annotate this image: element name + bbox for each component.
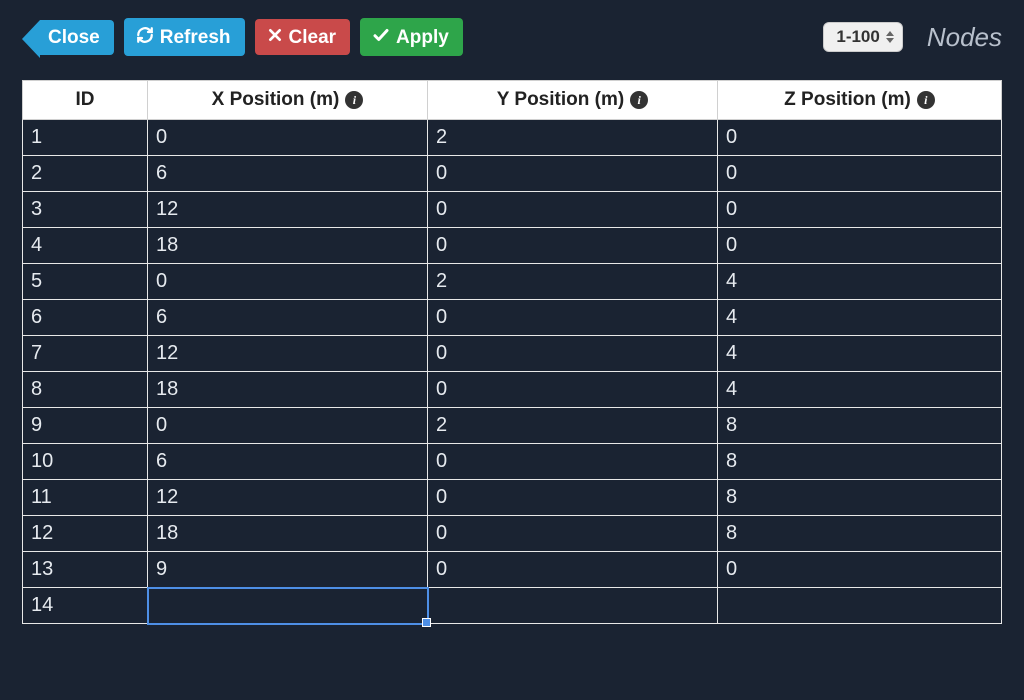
cell-x[interactable]: 6: [148, 444, 428, 480]
cell-x[interactable]: 18: [148, 228, 428, 264]
col-header-x-label: X Position (m): [212, 89, 340, 111]
cell-z[interactable]: 0: [718, 192, 1002, 228]
cell-y[interactable]: 0: [428, 192, 718, 228]
cell-id[interactable]: 11: [23, 480, 148, 516]
col-header-y[interactable]: Y Position (m) i: [428, 81, 718, 120]
table-row: 1020: [23, 120, 1002, 156]
cell-z[interactable]: 4: [718, 336, 1002, 372]
cell-x[interactable]: 12: [148, 480, 428, 516]
cell-z[interactable]: 0: [718, 228, 1002, 264]
cell-x[interactable]: 6: [148, 300, 428, 336]
table-row: 2600: [23, 156, 1002, 192]
cell-y[interactable]: 0: [428, 336, 718, 372]
table-row: 13900: [23, 552, 1002, 588]
col-header-x[interactable]: X Position (m) i: [148, 81, 428, 120]
cell-x[interactable]: 9: [148, 552, 428, 588]
cell-y[interactable]: 2: [428, 408, 718, 444]
cell-y[interactable]: 0: [428, 156, 718, 192]
table-row: 41800: [23, 228, 1002, 264]
table-row: 9028: [23, 408, 1002, 444]
table-row: 10608: [23, 444, 1002, 480]
cell-id[interactable]: 7: [23, 336, 148, 372]
refresh-button-label: Refresh: [160, 28, 231, 47]
info-icon[interactable]: i: [917, 91, 935, 109]
cell-z[interactable]: 0: [718, 120, 1002, 156]
close-icon: [267, 27, 283, 47]
cell-y[interactable]: 0: [428, 516, 718, 552]
nodes-table: ID X Position (m) i Y Position (m) i: [22, 80, 1002, 624]
clear-button-label: Clear: [289, 28, 337, 47]
cell-y[interactable]: 0: [428, 228, 718, 264]
table-row: 71204: [23, 336, 1002, 372]
cell-x[interactable]: 12: [148, 192, 428, 228]
cell-id[interactable]: 10: [23, 444, 148, 480]
cell-id[interactable]: 12: [23, 516, 148, 552]
table-row: 31200: [23, 192, 1002, 228]
cell-id[interactable]: 2: [23, 156, 148, 192]
cell-x[interactable]: 0: [148, 120, 428, 156]
cell-z[interactable]: 0: [718, 552, 1002, 588]
col-header-id[interactable]: ID: [23, 81, 148, 120]
cell-z[interactable]: 8: [718, 516, 1002, 552]
apply-button-label: Apply: [396, 28, 449, 47]
table-row: 5024: [23, 264, 1002, 300]
cell-z[interactable]: 4: [718, 264, 1002, 300]
check-icon: [372, 26, 390, 48]
refresh-icon: [136, 26, 154, 48]
cell-x[interactable]: 6: [148, 156, 428, 192]
refresh-button[interactable]: Refresh: [124, 18, 245, 56]
page-title: Nodes: [927, 22, 1002, 53]
col-header-y-label: Y Position (m): [497, 89, 624, 111]
cell-z[interactable]: 8: [718, 408, 1002, 444]
pagination-range-label: 1-100: [836, 27, 879, 47]
cell-x[interactable]: 12: [148, 336, 428, 372]
cell-id[interactable]: 13: [23, 552, 148, 588]
col-header-id-label: ID: [76, 89, 95, 111]
cell-z[interactable]: 4: [718, 300, 1002, 336]
cell-x[interactable]: 0: [148, 264, 428, 300]
cell-x[interactable]: [148, 588, 428, 624]
cell-y[interactable]: 0: [428, 300, 718, 336]
cell-x[interactable]: 0: [148, 408, 428, 444]
cell-z[interactable]: [718, 588, 1002, 624]
cell-y[interactable]: 2: [428, 264, 718, 300]
close-button-label: Close: [48, 28, 100, 47]
cell-x[interactable]: 18: [148, 372, 428, 408]
info-icon[interactable]: i: [630, 91, 648, 109]
stepper-arrows-icon: [886, 31, 894, 43]
cell-id[interactable]: 14: [23, 588, 148, 624]
cell-y[interactable]: 0: [428, 372, 718, 408]
cell-y[interactable]: 0: [428, 480, 718, 516]
chevron-left-icon: [22, 20, 40, 58]
cell-y[interactable]: 2: [428, 120, 718, 156]
cell-id[interactable]: 6: [23, 300, 148, 336]
table-row: 111208: [23, 480, 1002, 516]
table-row: 14: [23, 588, 1002, 624]
col-header-z[interactable]: Z Position (m) i: [718, 81, 1002, 120]
table-row: 6604: [23, 300, 1002, 336]
cell-id[interactable]: 5: [23, 264, 148, 300]
cell-z[interactable]: 4: [718, 372, 1002, 408]
col-header-z-label: Z Position (m): [784, 89, 911, 111]
toolbar: Close Refresh Clear Apply 1-100: [22, 18, 1002, 56]
table-row: 121808: [23, 516, 1002, 552]
cell-id[interactable]: 1: [23, 120, 148, 156]
table-row: 81804: [23, 372, 1002, 408]
cell-id[interactable]: 3: [23, 192, 148, 228]
cell-z[interactable]: 0: [718, 156, 1002, 192]
info-icon[interactable]: i: [345, 91, 363, 109]
close-button[interactable]: Close: [40, 20, 114, 55]
apply-button[interactable]: Apply: [360, 18, 463, 56]
clear-button[interactable]: Clear: [255, 19, 351, 55]
cell-id[interactable]: 8: [23, 372, 148, 408]
cell-y[interactable]: 0: [428, 552, 718, 588]
cell-z[interactable]: 8: [718, 444, 1002, 480]
cell-y[interactable]: [428, 588, 718, 624]
cell-x[interactable]: 18: [148, 516, 428, 552]
cell-z[interactable]: 8: [718, 480, 1002, 516]
cell-id[interactable]: 9: [23, 408, 148, 444]
cell-id[interactable]: 4: [23, 228, 148, 264]
cell-y[interactable]: 0: [428, 444, 718, 480]
pagination-range-stepper[interactable]: 1-100: [823, 22, 902, 52]
